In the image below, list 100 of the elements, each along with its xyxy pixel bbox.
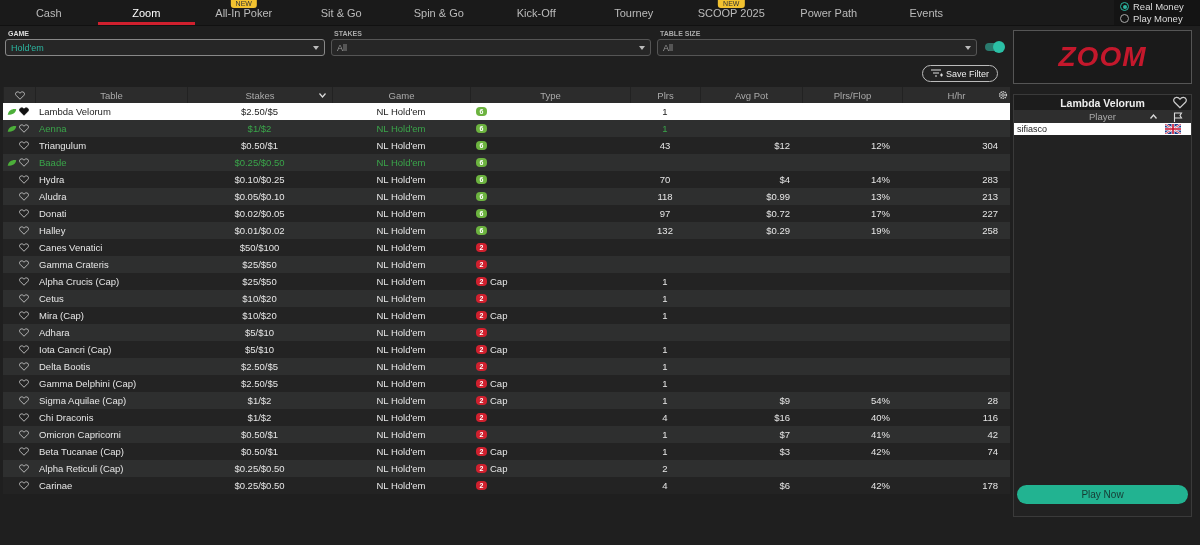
plrs-flop-cell: 54% — [871, 395, 890, 406]
hands-per-hour-cell: 213 — [982, 191, 998, 202]
table-name: Lambda Velorum — [39, 106, 111, 117]
stakes-cell: $10/$20 — [242, 310, 277, 321]
lobby-tab[interactable]: Tourney — [585, 0, 683, 25]
toggle-switch[interactable] — [985, 43, 1002, 51]
column-header[interactable]: Plrs/Flop — [833, 89, 872, 101]
stakes-cell: $0.50/$1 — [241, 446, 278, 457]
stakes-cell: $0.25/$0.50 — [234, 480, 285, 491]
player-name: sifiasco — [1017, 124, 1047, 134]
players-cell: 1 — [662, 123, 668, 134]
game-cell: NL Hold'em — [376, 123, 426, 134]
plrs-flop-cell: 40% — [871, 412, 890, 423]
avg-pot-cell: $12 — [774, 140, 790, 151]
chevron-up-icon[interactable] — [1150, 114, 1157, 119]
filter-dropdown[interactable]: Hold'em — [5, 39, 325, 56]
stakes-cell: $1/$2 — [247, 395, 272, 406]
players-cell: 1 — [662, 429, 668, 440]
play-now-button[interactable]: Play Now — [1017, 485, 1188, 504]
lobby-tab[interactable]: Events — [877, 0, 975, 25]
game-cell: NL Hold'em — [376, 378, 426, 389]
hands-per-hour-cell: 283 — [982, 174, 998, 185]
game-cell: NL Hold'em — [376, 480, 426, 491]
lobby-tab[interactable]: Cash — [0, 0, 98, 25]
type-label: Cap — [490, 378, 508, 389]
column-header[interactable]: Type — [540, 89, 561, 101]
table-name: Halley — [39, 225, 66, 236]
column-header[interactable]: Avg Pot — [734, 89, 769, 101]
column-header[interactable]: Plrs — [657, 89, 674, 101]
caret-icon — [965, 45, 971, 50]
column-header[interactable]: Stakes — [245, 89, 275, 101]
stakes-cell: $2.50/$5 — [241, 361, 278, 372]
type-label: Cap — [490, 344, 508, 355]
stakes-cell: $5/$10 — [244, 327, 275, 338]
heart-icon[interactable] — [19, 107, 29, 116]
stakes-cell: $5/$10 — [244, 344, 275, 355]
filter-dropdown[interactable]: All — [331, 39, 651, 56]
table-name: Alpha Crucis (Cap) — [39, 276, 120, 287]
game-cell: NL Hold'em — [376, 208, 426, 219]
players-cell: 1 — [662, 310, 668, 321]
avg-pot-cell: $7 — [779, 429, 790, 440]
hands-per-hour-cell: 74 — [987, 446, 998, 457]
stakes-cell: $0.05/$0.10 — [234, 191, 285, 202]
avg-pot-cell: $0.29 — [766, 225, 790, 236]
avg-pot-cell: $0.72 — [766, 208, 790, 219]
stakes-cell: $0.50/$1 — [241, 140, 278, 151]
table-name: Chi Draconis — [39, 412, 94, 423]
game-cell: NL Hold'em — [376, 412, 426, 423]
radio-label[interactable]: Real Money — [1133, 1, 1184, 12]
avg-pot-cell: $6 — [779, 480, 790, 491]
plrs-flop-cell: 41% — [871, 429, 890, 440]
table-name: Sigma Aquilae (Cap) — [39, 395, 127, 406]
type-label: Cap — [490, 310, 508, 321]
flag-icon[interactable] — [1173, 111, 1183, 122]
players-cell: 2 — [662, 463, 668, 474]
radio-label[interactable]: Play Money — [1133, 13, 1183, 24]
filter-dropdown[interactable]: All — [657, 39, 977, 56]
players-cell: 4 — [662, 412, 668, 423]
lobby-tab[interactable]: Kick-Off — [487, 0, 585, 25]
sort-caret-icon[interactable] — [319, 92, 326, 98]
lobby-tab[interactable]: Power Path — [780, 0, 878, 25]
column-header[interactable]: Player — [1089, 111, 1116, 122]
players-cell: 132 — [657, 225, 673, 236]
players-cell: 43 — [659, 140, 671, 151]
stakes-cell: $2.50/$5 — [241, 378, 278, 389]
lobby-tab[interactable]: Spin & Go — [390, 0, 488, 25]
hands-per-hour-cell: 42 — [987, 429, 998, 440]
column-header[interactable]: H/hr — [947, 89, 966, 101]
lobby-tab[interactable]: Zoom — [97, 0, 195, 25]
table-name: Adhara — [39, 327, 70, 338]
game-cell: NL Hold'em — [376, 106, 426, 117]
players-cell: 1 — [662, 395, 668, 406]
stakes-cell: $0.01/$0.02 — [234, 225, 285, 236]
stakes-cell: $1/$2 — [247, 123, 272, 134]
hands-per-hour-cell: 304 — [982, 140, 998, 151]
table-name: Delta Bootis — [39, 361, 91, 372]
players-cell: 1 — [662, 276, 668, 287]
table-name: Iota Cancri (Cap) — [39, 344, 112, 355]
caret-icon — [313, 45, 319, 50]
type-label: Cap — [490, 446, 508, 457]
hands-per-hour-cell: 227 — [982, 208, 998, 219]
panel-title: Lambda Velorum — [1060, 96, 1145, 109]
save-filter-button[interactable]: Save Filter — [922, 65, 998, 82]
table-name: Mira (Cap) — [39, 310, 84, 321]
lobby-tab[interactable]: Sit & Go — [292, 0, 390, 25]
stakes-cell: $50/$100 — [239, 242, 280, 253]
settings-icon[interactable] — [998, 90, 1008, 100]
players-cell: 4 — [662, 480, 668, 491]
game-cell: NL Hold'em — [376, 344, 426, 355]
hands-per-hour-cell: 116 — [982, 412, 998, 423]
table-name: Carinae — [39, 480, 73, 491]
plrs-flop-cell: 13% — [871, 191, 890, 202]
plrs-flop-cell: 19% — [871, 225, 890, 236]
game-cell: NL Hold'em — [376, 174, 426, 185]
game-cell: NL Hold'em — [376, 259, 426, 270]
filter-icon — [931, 69, 943, 78]
players-cell: 1 — [662, 378, 668, 389]
column-header[interactable]: Game — [388, 89, 415, 101]
hands-per-hour-cell: 258 — [982, 225, 998, 236]
column-header[interactable]: Table — [100, 89, 123, 101]
